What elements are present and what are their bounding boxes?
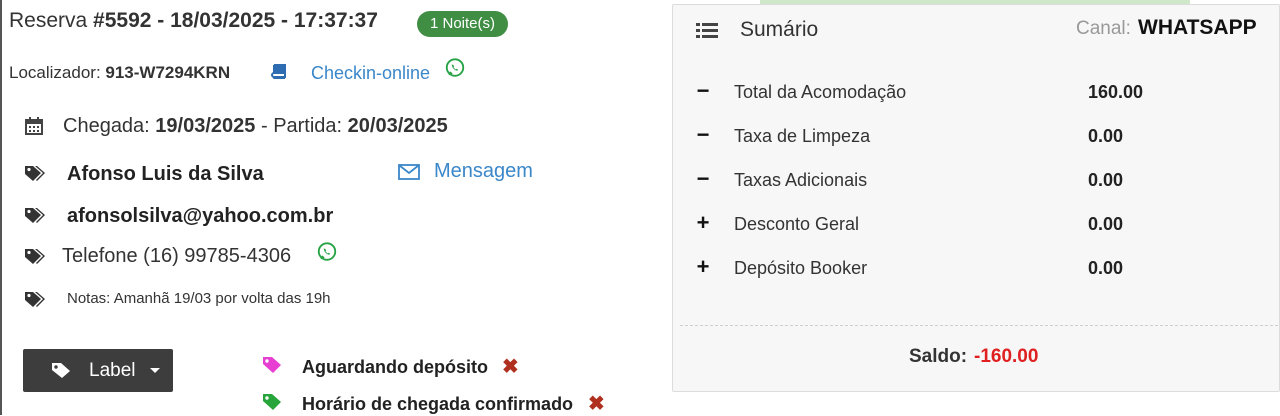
locator-value: 913-W7294KRN (105, 63, 231, 82)
message-link[interactable]: Mensagem (434, 160, 533, 183)
arrival-value: 19/03/2025 (155, 115, 256, 137)
plus-icon: + (696, 254, 710, 279)
label-button-text: Label (89, 360, 136, 381)
locator: Localizador: 913-W7294KRN (9, 63, 230, 83)
locator-label: Localizador: (9, 63, 106, 82)
tags-icon (25, 249, 45, 264)
guest-phone: Telefone (16) 99785-4306 (62, 245, 292, 267)
left-window-border (0, 0, 2, 415)
tag-icon (263, 394, 281, 410)
minus-icon: − (696, 166, 710, 191)
summary-item-label: Desconto Geral (734, 214, 860, 234)
departure-label: Partida: (273, 115, 348, 137)
tags-icon (25, 292, 45, 307)
minus-icon: − (696, 78, 710, 103)
saldo-value: -160.00 (974, 346, 1039, 367)
reservation-id-date: #5592 - 18/03/2025 - 17:37:37 (93, 9, 378, 32)
summary-title: Sumário (740, 18, 819, 41)
list-icon (696, 23, 718, 38)
guest-notes: Notas: Amanhã 19/03 por volta das 19h (67, 290, 331, 307)
whatsapp-icon[interactable] (316, 241, 338, 263)
envelope-icon[interactable] (398, 164, 420, 180)
date-separator: - (255, 115, 274, 137)
guest-email: afonsolsilva@yahoo.com.br (67, 205, 334, 227)
summary-item-value: 0.00 (1088, 214, 1124, 234)
calendar-icon (25, 117, 43, 135)
canal-label: Canal: (1076, 18, 1131, 39)
summary-panel (672, 4, 1280, 392)
plus-icon: + (696, 210, 710, 235)
summary-item-label: Depósito Booker (734, 258, 868, 278)
whatsapp-icon[interactable] (444, 57, 466, 79)
book-icon[interactable] (270, 63, 288, 81)
summary-item-label: Total da Acomodação (734, 82, 907, 102)
stay-dates: Chegada: 19/03/2025 - Partida: 20/03/202… (63, 115, 448, 138)
summary-item-label: Taxas Adicionais (734, 170, 868, 190)
label-item: Aguardando depósito (302, 357, 488, 377)
summary-item-value: 0.00 (1088, 170, 1124, 190)
minus-icon: − (696, 122, 710, 147)
tags-icon (25, 208, 45, 223)
tags-icon (25, 166, 45, 181)
arrival-label: Chegada: (63, 115, 156, 137)
guest-name: Afonso Luis da Silva (67, 163, 264, 185)
canal-value: WHATSAPP (1138, 16, 1257, 39)
label-dropdown-button[interactable]: Label (23, 349, 173, 392)
checkin-online-link[interactable]: Checkin-online (311, 63, 430, 84)
summary-item-value: 0.00 (1088, 258, 1124, 278)
tag-icon (263, 357, 281, 373)
reservation-title: Reserva #5592 - 18/03/2025 - 17:37:37 (9, 9, 378, 33)
remove-icon[interactable]: ✖ (502, 354, 519, 379)
reservation-title-prefix: Reserva (9, 9, 94, 32)
summary-divider (680, 325, 1278, 326)
label-item: Horário de chegada confirmado (302, 394, 574, 414)
summary-item-value: 160.00 (1088, 82, 1144, 102)
remove-icon[interactable]: ✖ (588, 391, 605, 416)
tag-icon (52, 363, 70, 378)
chevron-down-icon (150, 368, 160, 373)
saldo-label: Saldo: (909, 346, 968, 367)
summary-item-label: Taxa de Limpeza (734, 126, 871, 146)
summary-item-value: 0.00 (1088, 126, 1124, 146)
departure-value: 20/03/2025 (347, 115, 448, 137)
nights-badge: 1 Noite(s) (417, 11, 509, 37)
